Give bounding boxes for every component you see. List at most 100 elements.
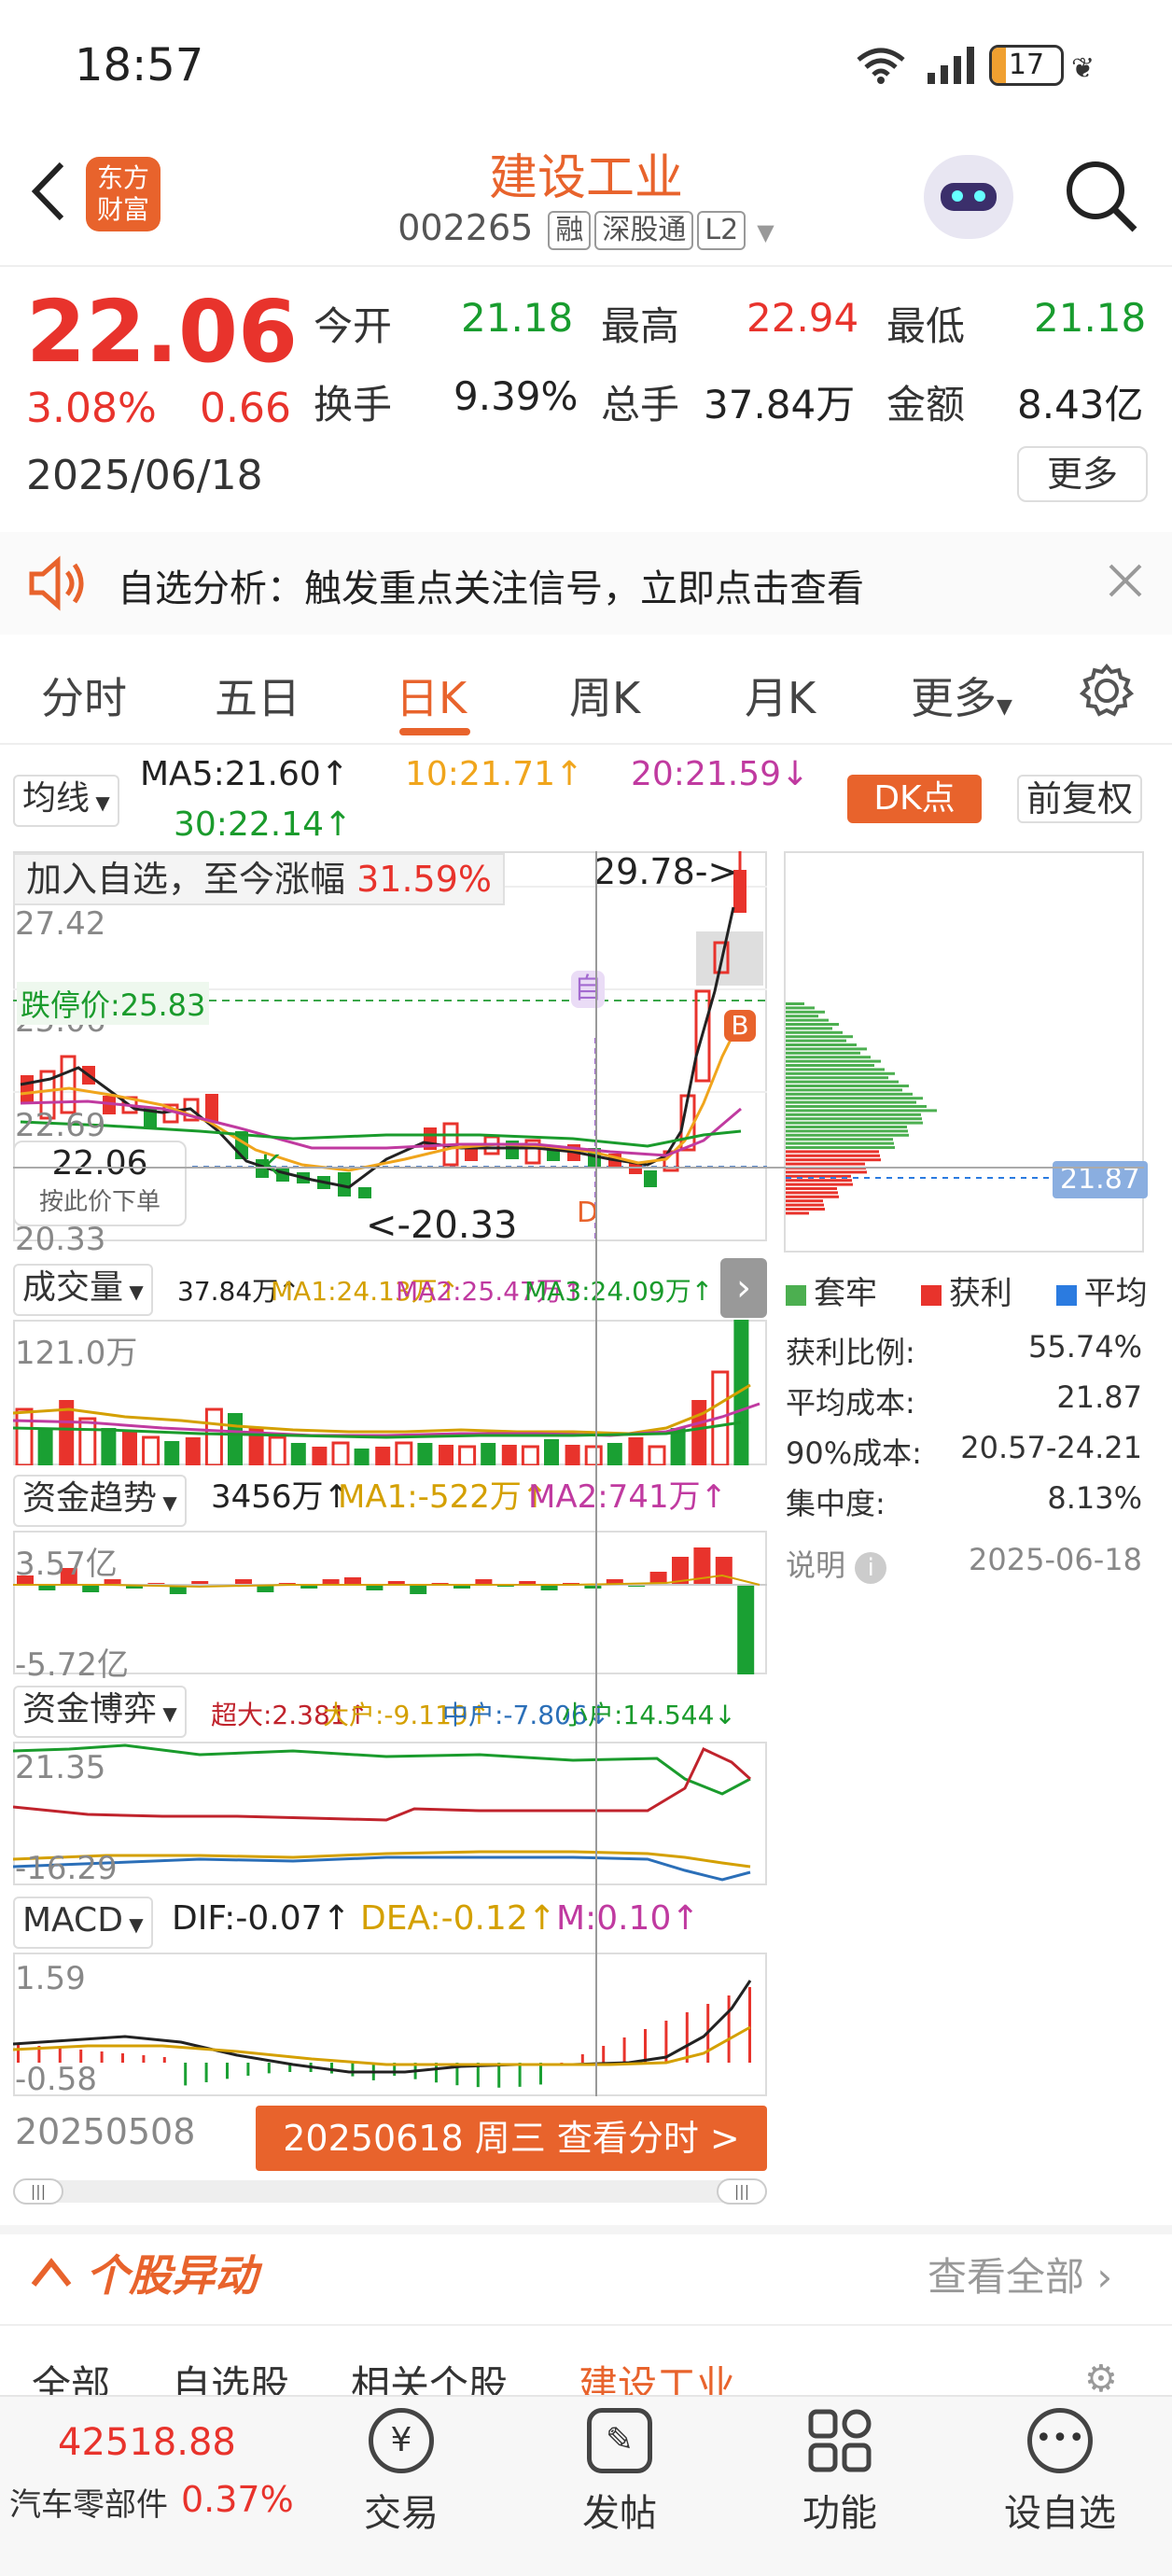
view-intraday-button[interactable]: 20250618 周三 查看分时 >: [256, 2106, 767, 2171]
tab-more[interactable]: 更多▼: [911, 665, 1012, 726]
nav-trade-label: 交易: [364, 2492, 439, 2535]
volume-axis-top: 121.0万: [15, 1335, 138, 1372]
amount-value: 8.43亿: [1017, 382, 1144, 427]
expand-arrow-icon[interactable]: ›: [720, 1258, 767, 1318]
more-dots-icon: •••: [1027, 2408, 1093, 2473]
ma5-value: MA5:21.60↑: [140, 755, 349, 793]
movement-title: 个股异动: [86, 2250, 258, 2301]
price-axis-3: 22.69: [15, 1107, 106, 1144]
chip-row-profit: 获利比例: 55.74%: [786, 1329, 1142, 1372]
order-hint: 按此价下单: [38, 1188, 160, 1216]
volume-label: 总手: [601, 382, 680, 427]
tab-weekly-k[interactable]: 周K: [569, 665, 640, 726]
gear-icon[interactable]: [1079, 663, 1135, 719]
status-time: 18:57: [75, 39, 204, 91]
view-all-link[interactable]: 查看全部 ›: [928, 2246, 1112, 2303]
chip-row-90-cost: 90%成本: 20.57-24.21: [786, 1430, 1142, 1473]
chip-legend: 套牢 获利 平均: [786, 1267, 1148, 1313]
game-axis-top: 21.35: [15, 1749, 106, 1786]
nav-add-watchlist[interactable]: ••• 设自选: [985, 2408, 1135, 2537]
robot-avatar[interactable]: [924, 155, 1013, 239]
nav-functions[interactable]: 功能: [765, 2408, 914, 2537]
ma-select[interactable]: 均线 ▼: [13, 775, 119, 827]
volume-select[interactable]: 成交量 ▼: [13, 1264, 153, 1316]
stock-code: 002265: [398, 207, 534, 248]
current-price: 22.06: [26, 282, 299, 382]
chip-row-label: 获利比例:: [786, 1335, 915, 1370]
tag-connect: 深股通: [594, 210, 694, 250]
index-value[interactable]: 42518.88: [58, 2421, 236, 2464]
buy-mark: B: [724, 1010, 756, 1042]
dk-button[interactable]: DK点: [847, 775, 982, 823]
timeline-scrollbar[interactable]: ||| |||: [13, 2178, 767, 2205]
fund-axis-bottom: -5.72亿: [15, 1646, 129, 1684]
high-value: 22.94: [746, 295, 859, 341]
close-icon[interactable]: [1107, 562, 1144, 599]
view-all-label: 查看全部: [928, 2254, 1085, 2300]
legend-avg: 平均: [1083, 1275, 1148, 1312]
battery-level: 17: [1008, 49, 1045, 81]
volume-ma3: MA3:24.09万↑: [524, 1276, 714, 1307]
fund-select-label: 资金趋势: [22, 1479, 158, 1518]
legend-profit: 获利: [948, 1275, 1012, 1312]
tab-daily-k[interactable]: 日K: [396, 665, 467, 726]
added-banner[interactable]: 加入自选，至今涨幅 31.59%: [13, 853, 506, 905]
fund-select[interactable]: 资金趋势 ▼: [13, 1475, 187, 1527]
search-icon[interactable]: [1062, 157, 1140, 235]
fund-ma1: MA1:-522万↑: [338, 1478, 549, 1516]
game-axis-bottom: -16.29: [15, 1850, 118, 1887]
scroll-handle-left[interactable]: |||: [13, 2178, 63, 2205]
legend-profit-swatch: [920, 1284, 942, 1306]
macd-select[interactable]: MACD ▼: [13, 1897, 153, 1949]
adjust-button[interactable]: 前复权: [1017, 775, 1143, 823]
dk-label: DK点: [873, 779, 956, 818]
chip-row-label: 平均成本:: [786, 1385, 915, 1421]
nav-post-label: 发帖: [582, 2492, 657, 2535]
chip-note[interactable]: 说明 i 2025-06-18: [786, 1542, 1142, 1585]
macd-select-label: MACD: [22, 1901, 123, 1939]
more-button[interactable]: 更多: [1017, 446, 1148, 502]
chevron-up-icon[interactable]: [28, 2253, 75, 2290]
tab-monthly-k[interactable]: 月K: [745, 665, 816, 726]
legend-trapped-swatch: [786, 1284, 806, 1306]
index-name: 汽车零部件: [9, 2486, 168, 2524]
tab-active-underline: [399, 728, 470, 735]
low-value: 21.18: [1034, 295, 1147, 341]
nav-trade[interactable]: ¥ 交易: [327, 2408, 476, 2537]
cursor-price-box[interactable]: 22.06 按此价下单: [13, 1141, 187, 1226]
nav-post[interactable]: ✎ 发帖: [545, 2408, 694, 2537]
nav-add-watchlist-label: 设自选: [1004, 2492, 1116, 2535]
chip-row-concentration: 集中度: 8.13%: [786, 1480, 1142, 1523]
signal-icon: [926, 47, 978, 84]
chip-row-value: 20.57-24.21: [960, 1430, 1142, 1465]
change-pct: 3.08%: [26, 385, 157, 432]
speaker-icon: [28, 555, 88, 611]
crosshair-vertical: [595, 851, 597, 2096]
cursor-price: 22.06: [51, 1144, 148, 1183]
legend-avg-swatch: [1055, 1284, 1077, 1306]
wifi-icon: [855, 47, 907, 84]
game-small: 小户:14.544↓: [562, 1700, 736, 1730]
chip-row-value: 55.74%: [1027, 1329, 1142, 1365]
low-label: 最低: [886, 303, 966, 349]
legend-trapped: 套牢: [814, 1275, 877, 1312]
chip-note-date: 2025-06-18: [969, 1542, 1142, 1577]
tab-five-day[interactable]: 五日: [215, 665, 300, 726]
macd-dea: DEA:-0.12↑: [360, 1899, 556, 1938]
chevron-right-icon: ›: [1096, 2254, 1113, 2300]
tag-level2: L2: [697, 210, 746, 250]
volume-value: 37.84万: [704, 382, 856, 427]
chip-row-label: 90%成本:: [786, 1435, 922, 1471]
info-icon: i: [855, 1552, 887, 1584]
tab-intraday[interactable]: 分时: [41, 665, 127, 726]
high-label: 最高: [601, 303, 680, 349]
notice-text: 自选分析：触发重点关注信号，立即点击查看: [118, 567, 864, 610]
volume-select-label: 成交量: [22, 1268, 124, 1307]
scroll-handle-right[interactable]: |||: [717, 2178, 767, 2205]
fund-value: 3456万↑: [211, 1478, 351, 1516]
caret-down-icon: ▼: [997, 695, 1012, 719]
game-select[interactable]: 资金博弈 ▼: [13, 1686, 187, 1738]
high-marker: 29.78->: [593, 851, 738, 892]
edit-icon: ✎: [587, 2408, 652, 2473]
ma10-value: 10:21.71↑: [405, 755, 584, 793]
